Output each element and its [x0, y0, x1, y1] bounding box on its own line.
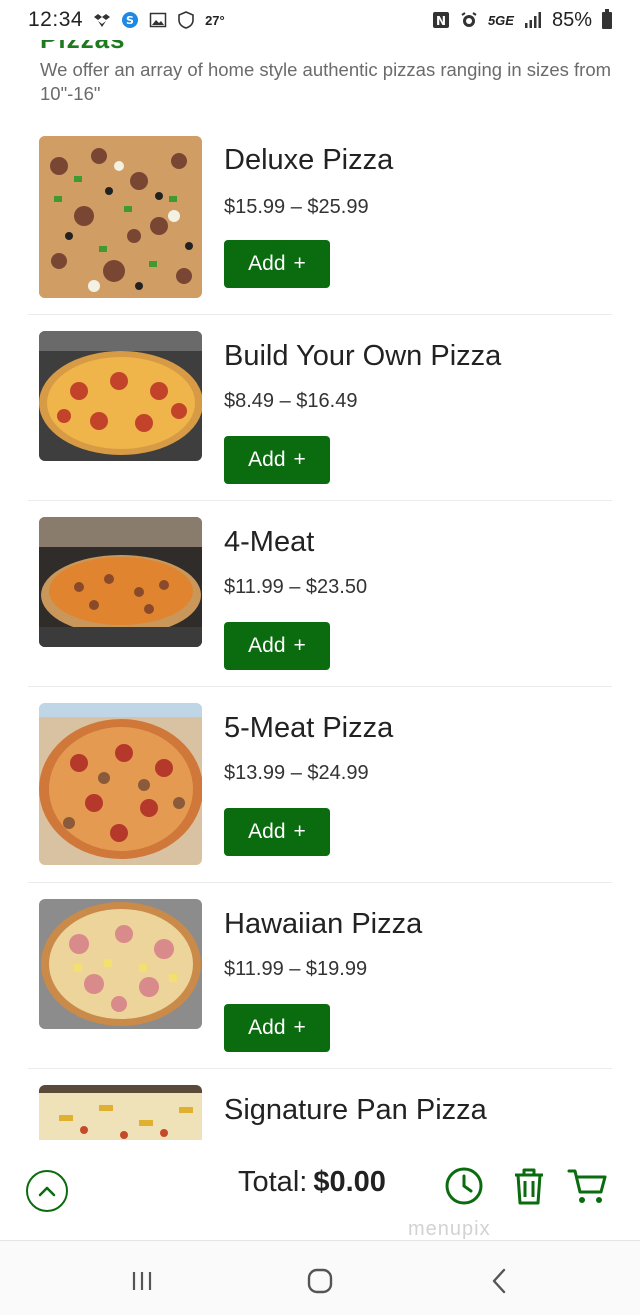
- home-button[interactable]: [300, 1263, 340, 1299]
- add-button-label: Add: [248, 448, 286, 471]
- cart-icon: [567, 1169, 607, 1203]
- add-button[interactable]: Add +: [224, 436, 330, 484]
- watermark: menupix: [408, 1218, 491, 1240]
- menu-item-signature-pan-pizza[interactable]: Signature Pan Pizza: [28, 1068, 612, 1140]
- recent-apps-icon: [132, 1272, 152, 1290]
- add-button-label: Add: [248, 1016, 286, 1039]
- add-button[interactable]: Add +: [224, 622, 330, 670]
- plus-icon: +: [293, 820, 306, 843]
- item-name: Deluxe Pizza: [224, 144, 394, 176]
- menu-item-build-your-own-pizza[interactable]: Build Your Own Pizza $8.49 – $16.49 Add …: [28, 314, 612, 501]
- pizza-photo: [39, 136, 202, 298]
- pizza-photo: [39, 331, 202, 461]
- section-description: We offer an array of home style authenti…: [40, 59, 612, 104]
- clock-icon: [445, 1167, 483, 1205]
- chevron-up-icon: [38, 1186, 56, 1197]
- menu-item-hawaiian-pizza[interactable]: Hawaiian Pizza $11.99 – $19.99 Add +: [28, 882, 612, 1069]
- gallery-icon: [149, 12, 167, 28]
- pizza-photo: [39, 517, 202, 647]
- item-photo: [39, 517, 202, 647]
- item-price: $13.99 – $24.99: [224, 762, 369, 784]
- trash-icon: [515, 1168, 543, 1205]
- item-name: Build Your Own Pizza: [224, 340, 502, 372]
- menu-screen: 12:34 S 27° N 5GE 85% Pizzas We offer an…: [0, 0, 640, 1315]
- svg-text:N: N: [436, 14, 446, 28]
- menu-item-4-meat[interactable]: 4-Meat $11.99 – $23.50 Add +: [28, 500, 612, 687]
- status-left: 12:34 S 27°: [28, 8, 225, 32]
- pizza-photo: [39, 1085, 202, 1140]
- item-name: 5-Meat Pizza: [224, 712, 394, 744]
- network-type: 5GE: [487, 12, 514, 28]
- order-bar: Total: $0.00 menupix: [0, 1140, 640, 1240]
- shield-icon: [178, 11, 194, 29]
- order-total: Total: $0.00: [238, 1166, 386, 1199]
- pizza-photo: [39, 703, 202, 865]
- plus-icon: +: [293, 634, 306, 657]
- schedule-button[interactable]: [442, 1164, 486, 1208]
- add-button-label: Add: [248, 820, 286, 843]
- item-price: $11.99 – $19.99: [224, 958, 368, 980]
- add-button[interactable]: Add +: [224, 1004, 330, 1052]
- dropbox-icon: [94, 14, 111, 27]
- total-value: $0.00: [313, 1166, 386, 1198]
- menu-item-5-meat-pizza[interactable]: 5-Meat Pizza $13.99 – $24.99 Add +: [28, 686, 612, 883]
- battery-percent: 85%: [551, 8, 592, 31]
- menu-item-deluxe-pizza[interactable]: Deluxe Pizza $15.99 – $25.99 Add +: [28, 118, 612, 315]
- system-nav-bar: [0, 1240, 640, 1315]
- item-photo: [39, 703, 202, 865]
- plus-icon: +: [293, 448, 306, 471]
- signal-icon: [524, 12, 541, 28]
- item-name: Signature Pan Pizza: [224, 1094, 487, 1126]
- item-name: 4-Meat: [224, 526, 315, 558]
- nfc-icon: N: [432, 12, 449, 28]
- scroll-top-button[interactable]: [26, 1170, 68, 1212]
- status-right: N 5GE 85%: [432, 8, 612, 32]
- plus-icon: +: [293, 252, 306, 275]
- status-time: 12:34: [28, 8, 84, 31]
- total-label: Total:: [238, 1166, 308, 1198]
- add-button[interactable]: Add +: [224, 808, 330, 856]
- status-temperature: 27°: [205, 12, 225, 28]
- item-photo: [39, 331, 202, 461]
- item-photo: [39, 899, 202, 1029]
- home-icon: [307, 1268, 333, 1294]
- add-button-label: Add: [248, 252, 286, 275]
- alarm-icon: [461, 12, 477, 27]
- svg-text:S: S: [126, 14, 134, 27]
- item-price: $15.99 – $25.99: [224, 196, 369, 218]
- item-price: $8.49 – $16.49: [224, 390, 358, 412]
- item-photo: [39, 136, 202, 298]
- item-price: $11.99 – $23.50: [224, 576, 368, 598]
- cart-button[interactable]: [566, 1164, 610, 1208]
- item-photo: [39, 1085, 202, 1140]
- s-app-icon: S: [122, 12, 139, 28]
- plus-icon: +: [293, 1016, 306, 1039]
- add-button[interactable]: Add +: [224, 240, 330, 288]
- pizza-photo: [39, 899, 202, 1029]
- add-button-label: Add: [248, 634, 286, 657]
- back-button[interactable]: [480, 1263, 520, 1299]
- clear-order-button[interactable]: [507, 1164, 551, 1208]
- recent-apps-button[interactable]: [122, 1263, 162, 1299]
- battery-icon: [602, 8, 612, 29]
- menu-list: Deluxe Pizza $15.99 – $25.99 Add + Build…: [0, 118, 640, 1140]
- item-name: Hawaiian Pizza: [224, 908, 423, 940]
- status-bar: 12:34 S 27° N 5GE 85%: [0, 0, 640, 40]
- back-icon: [492, 1268, 506, 1294]
